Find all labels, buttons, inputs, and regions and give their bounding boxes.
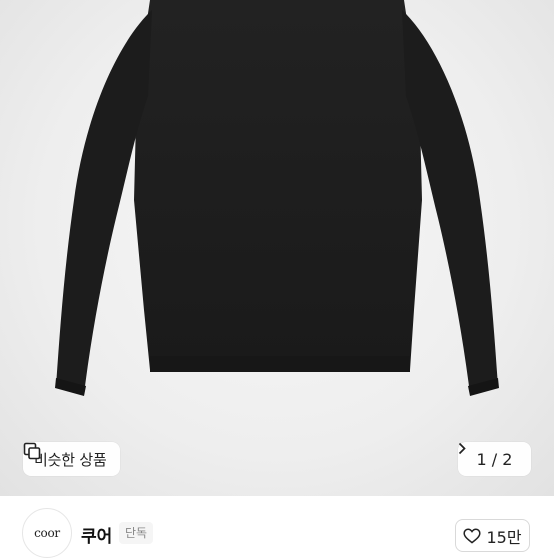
similar-items-label: 비슷한 상품 [34,450,107,469]
similar-items-icon [23,442,41,460]
similar-items-button[interactable]: 비슷한 상품 [23,442,120,476]
like-count: 15만 [486,527,522,547]
exclusive-badge: 단독 [119,522,154,544]
seller-name[interactable]: 쿠어 [81,522,112,547]
heart-outline-icon [463,528,482,544]
image-pagination[interactable]: 1 / 2 [458,442,531,476]
chevron-right-icon [458,442,466,455]
like-button[interactable]: 15만 [455,519,530,552]
sweater-illustration [55,0,499,396]
seller-avatar[interactable]: coor [22,508,72,558]
seller-avatar-logo: coor [34,526,60,540]
image-page-indicator: 1 / 2 [476,449,513,469]
product-image[interactable]: 비슷한 상품 1 / 2 [0,0,554,496]
